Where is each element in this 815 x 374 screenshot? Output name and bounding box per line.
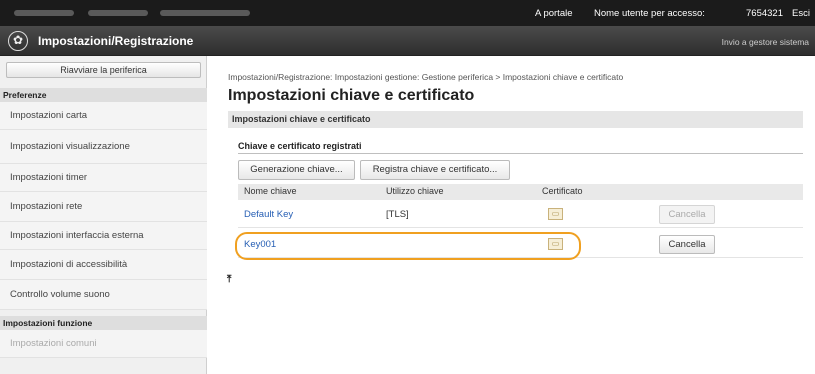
sidebar-item-common[interactable]: Impostazioni comuni — [0, 330, 207, 358]
title-bar: ✿ Impostazioni/Registrazione Invio a ges… — [0, 26, 815, 56]
delete-button[interactable]: Cancella — [659, 205, 715, 224]
certificate-icon[interactable]: ▭ — [548, 208, 563, 220]
highlight-outline — [235, 232, 581, 260]
column-key-name: Nome chiave — [244, 186, 297, 196]
sidebar-item-volume[interactable]: Controllo volume suono — [0, 280, 207, 310]
delete-button[interactable]: Cancella — [659, 235, 715, 254]
user-label: Nome utente per accesso: — [594, 8, 705, 19]
sidebar-item-display[interactable]: Impostazioni visualizzazione — [0, 130, 207, 164]
breadcrumb: Impostazioni/Registrazione: Impostazioni… — [228, 72, 624, 82]
sidebar-item-accessibility[interactable]: Impostazioni di accessibilità — [0, 250, 207, 280]
registered-keys-title: Chiave e certificato registrati — [238, 141, 362, 151]
blurred-text — [88, 10, 148, 16]
app-title: Impostazioni/Registrazione — [38, 34, 194, 48]
blurred-text — [160, 10, 250, 16]
sidebar: Riavviare la periferica Preferenze Impos… — [0, 56, 207, 374]
send-to-admin-link[interactable]: Invio a gestore sistema — [722, 37, 809, 47]
settings-gear-icon: ✿ — [8, 31, 28, 51]
top-bar: A portale Nome utente per accesso: 76543… — [0, 0, 815, 26]
sidebar-item-network[interactable]: Impostazioni rete — [0, 192, 207, 222]
generate-key-button[interactable]: Generazione chiave... — [238, 160, 355, 180]
sidebar-item-paper[interactable]: Impostazioni carta — [0, 102, 207, 130]
key-usage: [TLS] — [386, 209, 409, 220]
restart-device-button[interactable]: Riavviare la periferica — [6, 62, 201, 78]
user-value: 7654321 — [746, 8, 783, 19]
portal-link[interactable]: A portale — [535, 8, 573, 19]
section-header: Impostazioni chiave e certificato — [228, 111, 803, 128]
column-key-usage: Utilizzo chiave — [386, 186, 444, 196]
sidebar-item-external-interface[interactable]: Impostazioni interfaccia esterna — [0, 222, 207, 250]
blurred-text — [14, 10, 74, 16]
sidebar-section-functions: Impostazioni funzione — [0, 316, 207, 330]
main-content: Impostazioni/Registrazione: Impostazioni… — [216, 56, 815, 374]
page-title: Impostazioni chiave e certificato — [228, 87, 475, 104]
sidebar-item-timer[interactable]: Impostazioni timer — [0, 164, 207, 192]
register-key-certificate-button[interactable]: Registra chiave e certificato... — [360, 160, 510, 180]
key-name-link[interactable]: Default Key — [244, 209, 293, 220]
logout-link[interactable]: Esci — [792, 8, 810, 19]
column-certificate: Certificato — [542, 186, 583, 196]
back-to-top-icon[interactable]: ⤒ — [227, 274, 231, 285]
table-header: Nome chiave Utilizzo chiave Certificato — [238, 184, 803, 200]
divider — [238, 153, 803, 154]
sidebar-section-preferences: Preferenze — [0, 88, 207, 102]
table-row: Default Key [TLS] ▭ Cancella — [238, 202, 803, 228]
